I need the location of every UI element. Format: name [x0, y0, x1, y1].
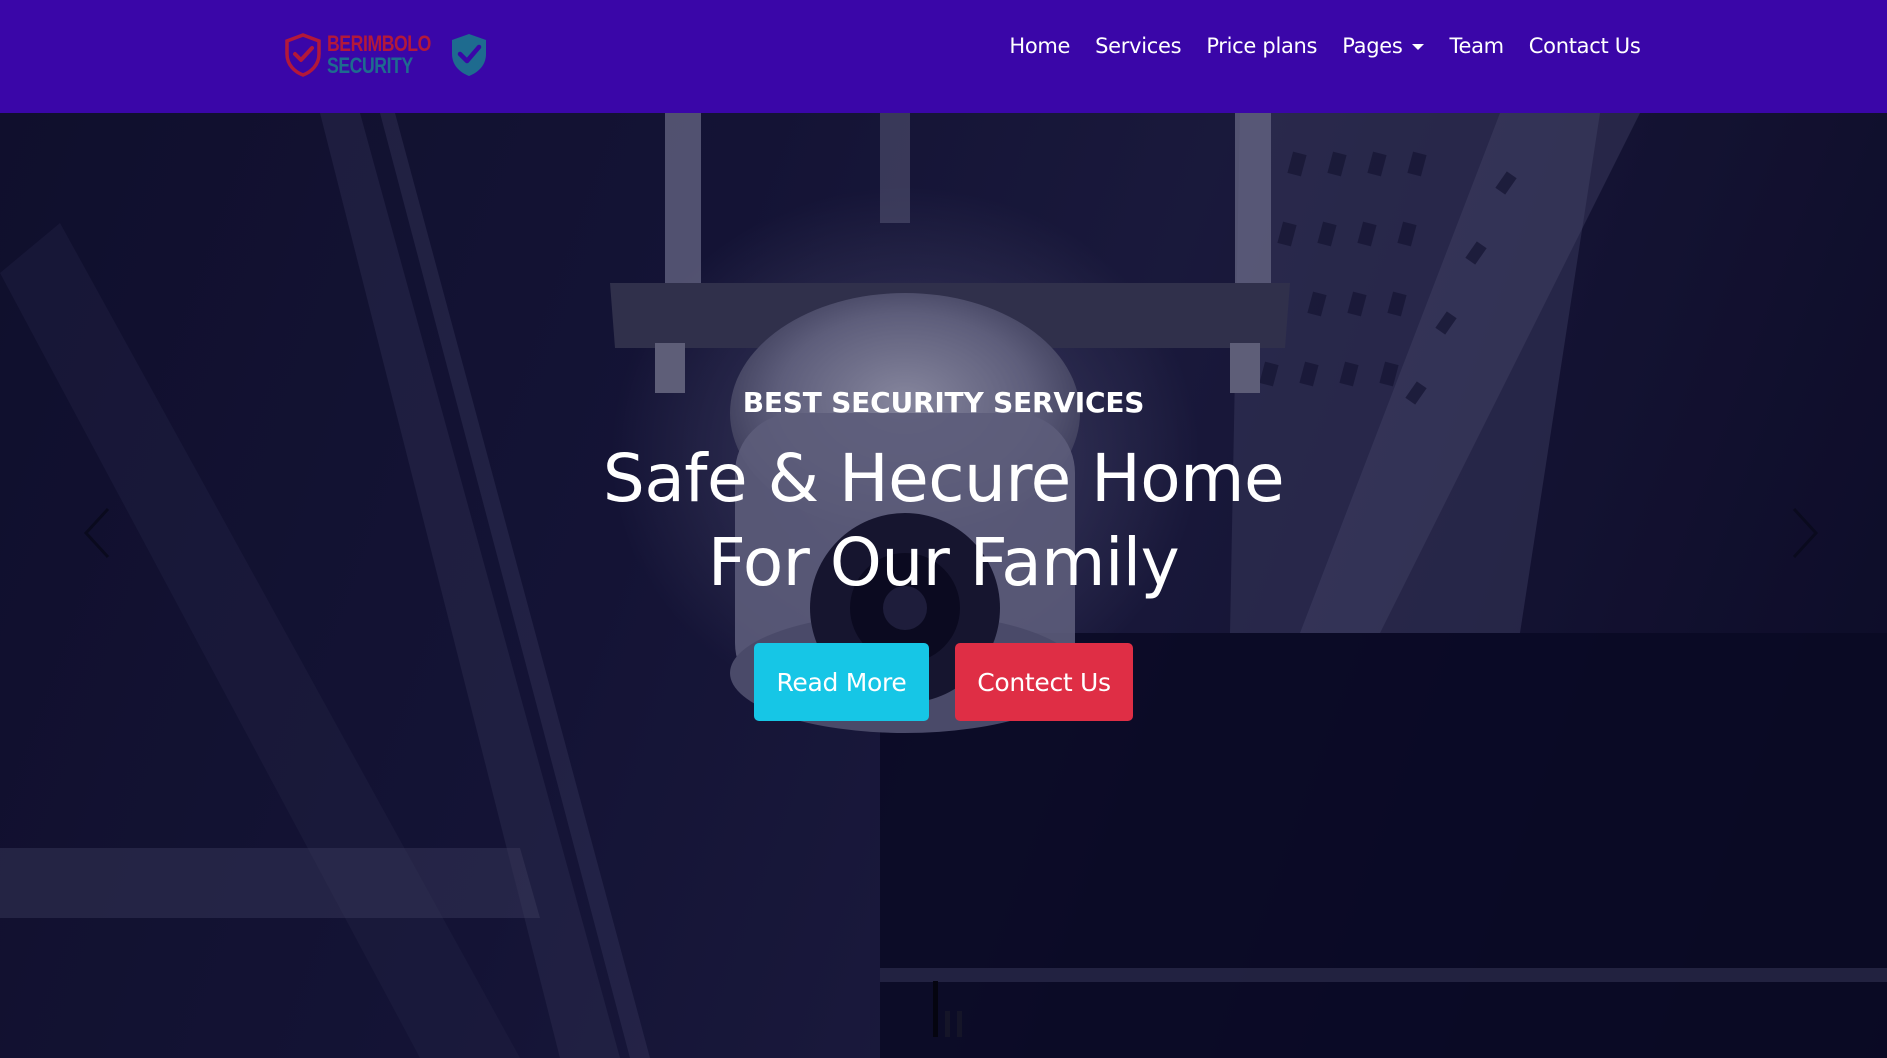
brand-logo[interactable]: BERIMBOLO SECURITY: [283, 30, 489, 80]
logo-line2: SECURITY: [327, 53, 413, 78]
hero-kicker: BEST SECURITY SERVICES: [742, 386, 1145, 419]
hero-title-line2: For Our Family: [707, 524, 1180, 601]
caret-down-icon: [1412, 44, 1425, 50]
shield-check-icon: [449, 32, 489, 78]
contact-us-button[interactable]: Contect Us: [955, 643, 1133, 721]
hero-title: Safe & Hecure Home For Our Family: [0, 437, 1887, 605]
chevron-right-icon: [1792, 507, 1819, 559]
nav-pages-label: Pages: [1342, 34, 1403, 58]
navbar: BERIMBOLO SECURITY Home Services Price p…: [0, 0, 1887, 113]
hero-content: BEST SECURITY SERVICES Safe & Hecure Hom…: [0, 383, 1887, 721]
nav-contact-us[interactable]: Contact Us: [1516, 34, 1653, 58]
main-nav: Home Services Price plans Pages Team Con…: [997, 28, 1653, 64]
chevron-left-icon: [83, 507, 110, 559]
nav-pages-dropdown[interactable]: Pages: [1330, 34, 1437, 58]
scroll-indicator-icon[interactable]: [933, 981, 973, 1041]
shield-check-outline-icon: [283, 32, 323, 78]
logo-line1: BERIMBOLO: [327, 31, 431, 56]
nav-team[interactable]: Team: [1437, 34, 1516, 58]
logo-text: BERIMBOLO SECURITY: [327, 33, 447, 77]
read-more-button[interactable]: Read More: [754, 643, 929, 721]
carousel-next-button[interactable]: [1786, 505, 1826, 561]
nav-price-plans[interactable]: Price plans: [1194, 34, 1330, 58]
nav-services[interactable]: Services: [1083, 34, 1194, 58]
hero-carousel: BEST SECURITY SERVICES Safe & Hecure Hom…: [0, 113, 1887, 1058]
hero-buttons: Read More Contect Us: [0, 643, 1887, 721]
carousel-prev-button[interactable]: [78, 505, 118, 561]
hero-title-line1: Safe & Hecure Home: [602, 440, 1285, 517]
nav-home[interactable]: Home: [997, 34, 1083, 58]
